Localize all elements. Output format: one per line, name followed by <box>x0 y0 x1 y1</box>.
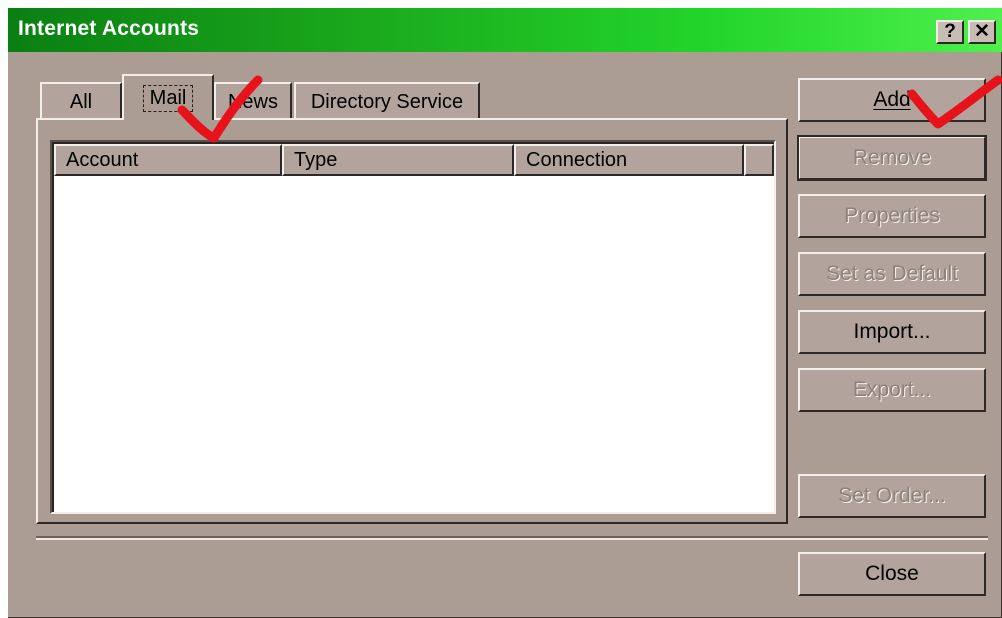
help-button[interactable]: ? <box>936 20 964 44</box>
window-title: Internet Accounts <box>18 17 200 40</box>
internet-accounts-dialog: Internet Accounts ? ✕ All News Directory… <box>8 8 1002 618</box>
column-header-filler <box>744 144 774 176</box>
column-header-connection[interactable]: Connection <box>514 144 744 176</box>
tab-all-label: All <box>69 90 93 113</box>
properties-button[interactable]: Properties <box>798 194 986 238</box>
checkmark-icon <box>177 75 263 143</box>
set-order-button[interactable]: Set Order... <box>798 474 986 518</box>
checkmark-icon <box>907 75 1002 129</box>
remove-button[interactable]: Remove <box>797 135 987 181</box>
column-header-account[interactable]: Account <box>54 144 282 176</box>
tab-directory-service-label: Directory Service <box>310 90 464 113</box>
separator-line <box>36 536 988 540</box>
close-icon: ✕ <box>974 21 990 42</box>
accounts-list[interactable]: Account Type Connection <box>50 140 776 514</box>
tab-directory-service[interactable]: Directory Service <box>294 82 480 120</box>
help-icon: ? <box>944 21 956 42</box>
tab-all[interactable]: All <box>40 82 122 120</box>
close-button[interactable]: Close <box>798 552 986 596</box>
list-header: Account Type Connection <box>54 144 776 176</box>
tab-panel: Account Type Connection <box>36 118 788 524</box>
export-button[interactable]: Export... <box>798 368 986 412</box>
import-button[interactable]: Import... <box>798 310 986 354</box>
set-as-default-button[interactable]: Set as Default <box>798 252 986 296</box>
title-bar[interactable]: Internet Accounts ? ✕ <box>8 8 1002 52</box>
close-window-button[interactable]: ✕ <box>968 20 996 44</box>
column-header-type[interactable]: Type <box>282 144 514 176</box>
